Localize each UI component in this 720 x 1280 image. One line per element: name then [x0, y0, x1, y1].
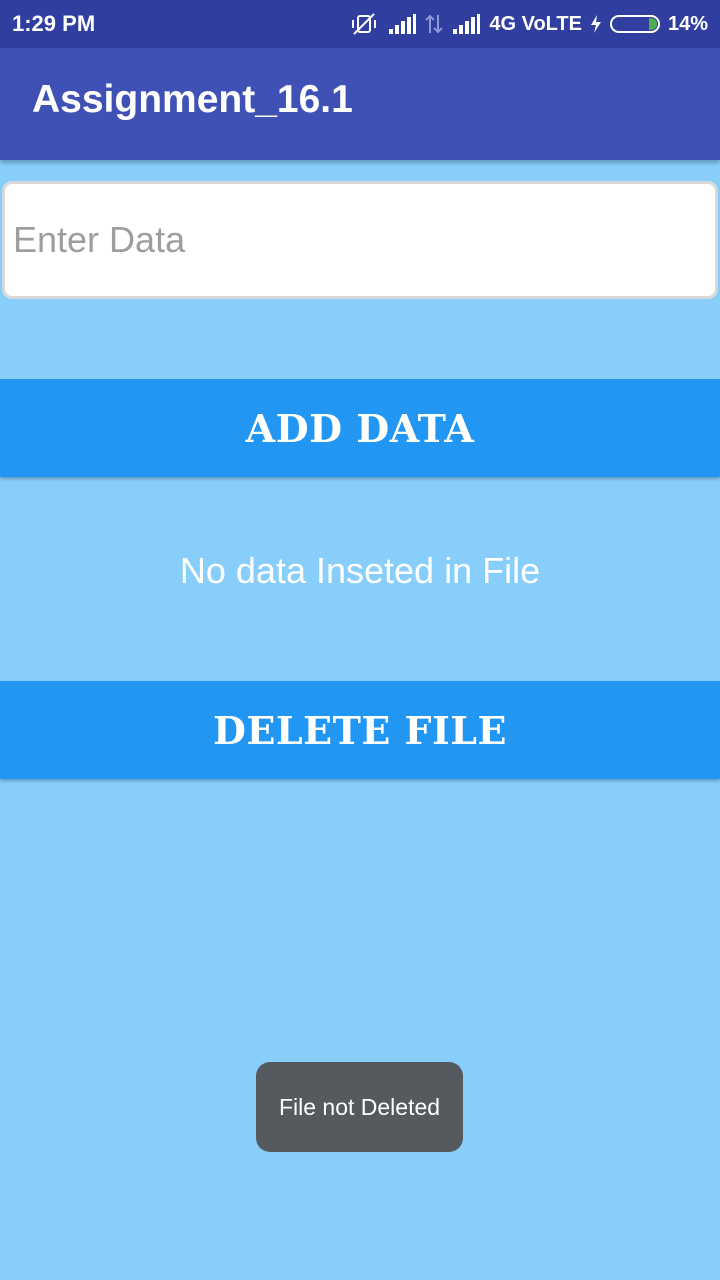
app-bar: Assignment_16.1	[0, 48, 720, 160]
battery-percent: 14%	[667, 12, 708, 35]
network-type-label: 4G VoLTE	[489, 12, 582, 35]
data-arrows-icon	[425, 13, 444, 35]
status-time: 1:29 PM	[12, 11, 96, 36]
enter-data-input[interactable]	[2, 181, 718, 299]
signal-icon	[387, 13, 417, 35]
toast: File not Deleted	[256, 1062, 463, 1152]
battery-icon	[609, 15, 660, 33]
add-data-button[interactable]: ADD DATA	[0, 379, 720, 477]
vibrate-off-icon	[349, 12, 379, 36]
toast-message: File not Deleted	[278, 1093, 441, 1120]
charging-icon	[590, 14, 602, 34]
app-title: Assignment_16.1	[32, 78, 353, 121]
delete-file-button[interactable]: DELETE FILE	[0, 681, 720, 779]
status-message: No data Inseted in File	[179, 550, 541, 591]
status-bar: 1:29 PM 4G VoLTE 14%	[0, 0, 720, 48]
signal-icon	[451, 13, 481, 35]
status-icons: 4G VoLTE 14%	[349, 12, 708, 36]
